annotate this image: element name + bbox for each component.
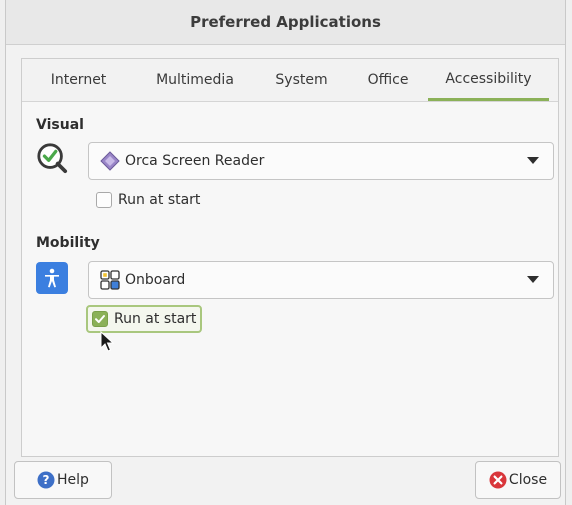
visual-app-combo[interactable]: Orca Screen Reader	[88, 142, 554, 180]
magnifier-check-icon	[36, 142, 68, 174]
visual-heading: Visual	[36, 117, 84, 133]
close-button-label: Close	[508, 472, 548, 488]
mobility-run-at-start-label: Run at start	[114, 311, 197, 327]
help-button-label: Help	[57, 472, 89, 488]
mobility-run-at-start[interactable]: Run at start	[86, 305, 203, 333]
close-icon	[489, 471, 507, 489]
svg-text:?: ?	[43, 473, 50, 487]
visual-app-value: Orca Screen Reader	[125, 153, 265, 169]
chevron-down-icon	[527, 157, 539, 164]
tab-office[interactable]: Office	[348, 59, 428, 101]
mobility-heading: Mobility	[36, 235, 100, 251]
tab-multimedia[interactable]: Multimedia	[135, 59, 255, 101]
mouse-pointer-icon	[100, 331, 115, 352]
visual-run-at-start-checkbox[interactable]	[96, 192, 112, 208]
visual-run-at-start[interactable]: Run at start	[96, 190, 200, 210]
orca-icon	[99, 150, 121, 172]
onboard-keyboard-icon	[99, 269, 121, 291]
mobility-run-at-start-checkbox[interactable]	[92, 311, 108, 327]
close-button[interactable]: Close	[475, 461, 561, 499]
help-button[interactable]: ? Help	[14, 461, 112, 499]
window-title: Preferred Applications	[6, 0, 565, 45]
tab-system[interactable]: System	[255, 59, 348, 101]
accessibility-person-icon	[36, 262, 68, 294]
mobility-app-combo[interactable]: Onboard	[88, 261, 554, 299]
mobility-app-value: Onboard	[125, 272, 186, 288]
tab-notebook: Internet Multimedia System Office Access…	[21, 58, 559, 457]
visual-run-at-start-label: Run at start	[118, 192, 201, 208]
tab-accessibility[interactable]: Accessibility	[428, 59, 549, 101]
help-icon: ?	[37, 471, 55, 489]
tab-bar: Internet Multimedia System Office Access…	[22, 59, 558, 102]
chevron-down-icon	[527, 276, 539, 283]
preferred-applications-window: Preferred Applications Internet Multimed…	[5, 0, 566, 505]
tab-internet[interactable]: Internet	[22, 59, 135, 101]
